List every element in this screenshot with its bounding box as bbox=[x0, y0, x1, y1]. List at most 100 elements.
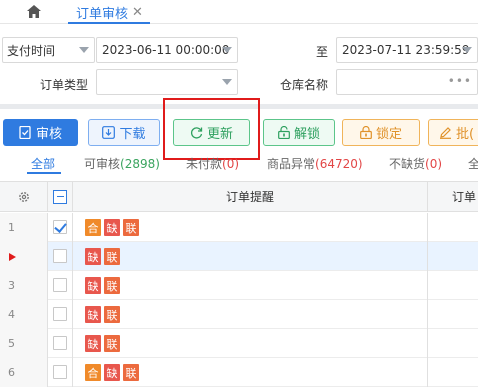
reminder-tag: 缺 bbox=[85, 306, 101, 323]
column-header-reminder[interactable]: 订单提醒 bbox=[73, 182, 428, 212]
reminder-tag: 联 bbox=[123, 364, 139, 381]
table-row[interactable]: 4 缺联 bbox=[0, 300, 478, 329]
download-icon bbox=[102, 126, 116, 139]
filter-tab-label: 未付款 bbox=[186, 157, 223, 171]
settings-icon[interactable] bbox=[18, 191, 30, 203]
chevron-down-icon bbox=[462, 47, 472, 53]
reminder-tag: 合 bbox=[85, 364, 101, 381]
warehouse-label: 仓库名称 bbox=[279, 78, 328, 92]
reminder-tag: 缺 bbox=[104, 364, 120, 381]
end-time-picker[interactable]: 2023-07-11 23:59:59 bbox=[336, 37, 478, 63]
tab-label: 订单审核 bbox=[76, 6, 129, 22]
row-checkbox[interactable] bbox=[53, 249, 67, 263]
row-number bbox=[0, 242, 48, 271]
download-label: 下载 bbox=[119, 127, 146, 142]
reminder-tag: 合 bbox=[85, 219, 101, 236]
home-icon[interactable] bbox=[27, 5, 41, 18]
row-number: 4 bbox=[0, 300, 48, 329]
column-divider bbox=[427, 300, 428, 329]
edit-icon bbox=[440, 127, 451, 139]
current-row-marker-icon bbox=[9, 253, 16, 261]
order-reminder-tags: 缺联 bbox=[85, 306, 120, 323]
reminder-tag: 联 bbox=[104, 248, 120, 265]
table-row[interactable]: 缺联 bbox=[0, 242, 478, 271]
row-number: 6 bbox=[0, 358, 48, 387]
row-number: 5 bbox=[0, 329, 48, 358]
unlock-button[interactable]: 解锁 bbox=[263, 119, 335, 146]
reminder-tag: 缺 bbox=[85, 335, 101, 352]
order-type-select[interactable] bbox=[96, 69, 238, 95]
order-reminder-tags: 缺联 bbox=[85, 335, 120, 352]
lock-icon bbox=[360, 126, 372, 139]
audit-icon bbox=[19, 126, 31, 139]
start-time-picker[interactable]: 2023-06-11 00:00:00 bbox=[96, 37, 238, 63]
more-icon[interactable]: ••• bbox=[448, 74, 472, 88]
filter-tab-count: (0) bbox=[222, 157, 240, 171]
to-label: 至 bbox=[315, 45, 328, 59]
filter-tab-count: (64720) bbox=[315, 157, 363, 171]
lock-button[interactable]: 锁定 bbox=[342, 119, 420, 146]
column-divider bbox=[427, 358, 428, 387]
filter-tab-in-stock[interactable]: 不缺货(0) bbox=[389, 155, 442, 172]
column-divider bbox=[427, 271, 428, 300]
tab-order-audit[interactable]: 订单审核 ✕ bbox=[76, 0, 143, 24]
select-all-header bbox=[48, 182, 73, 212]
filter-tab-label: 商品异常 bbox=[267, 157, 316, 171]
reminder-tag: 联 bbox=[104, 277, 120, 294]
filter-tab-label: 全部 bbox=[31, 157, 56, 171]
order-reminder-tags: 合缺联 bbox=[85, 219, 139, 236]
batch-label: 批( bbox=[456, 127, 475, 142]
table-settings-header[interactable] bbox=[0, 182, 48, 212]
reminder-tag: 缺 bbox=[85, 277, 101, 294]
tab-bar: 订单审核 ✕ bbox=[0, 0, 478, 24]
download-button[interactable]: 下载 bbox=[88, 119, 160, 146]
order-reminder-tags: 缺联 bbox=[85, 248, 120, 265]
table-row[interactable]: 3 缺联 bbox=[0, 271, 478, 300]
column-divider bbox=[72, 329, 73, 358]
close-icon[interactable]: ✕ bbox=[132, 5, 143, 20]
column-divider bbox=[72, 271, 73, 300]
reminder-tag: 联 bbox=[104, 306, 120, 323]
row-checkbox[interactable] bbox=[53, 365, 67, 379]
filter-tab-underline bbox=[27, 172, 61, 174]
reminder-tag: 联 bbox=[104, 335, 120, 352]
filter-tab-all[interactable]: 全部 bbox=[31, 155, 55, 172]
column-header-order[interactable]: 订单 bbox=[428, 182, 478, 212]
time-type-select[interactable]: 支付时间 bbox=[2, 37, 95, 63]
reminder-tag: 缺 bbox=[85, 248, 101, 265]
lock-label: 锁定 bbox=[375, 127, 402, 142]
filter-tab-label: 不缺货 bbox=[389, 157, 426, 171]
row-number: 1 bbox=[0, 213, 48, 242]
filter-tab-count: (2898) bbox=[120, 157, 160, 171]
filter-tab-more[interactable]: 全 bbox=[468, 155, 478, 172]
audit-label: 审核 bbox=[35, 127, 62, 142]
select-all-checkbox[interactable] bbox=[53, 189, 67, 204]
filter-tab-product-error[interactable]: 商品异常(64720) bbox=[267, 155, 363, 172]
row-checkbox[interactable] bbox=[53, 220, 67, 234]
table-row[interactable]: 1 合缺联 bbox=[0, 213, 478, 242]
audit-button[interactable]: 审核 bbox=[3, 119, 78, 146]
row-checkbox[interactable] bbox=[53, 336, 67, 350]
order-reminder-tags: 合缺联 bbox=[85, 364, 139, 381]
order-table: 订单提醒 订单 1合缺联缺联3缺联4缺联5缺联6合缺联 bbox=[0, 181, 478, 387]
order-type-label: 订单类型 bbox=[39, 78, 88, 92]
order-reminder-tags: 缺联 bbox=[85, 277, 120, 294]
reminder-tag: 缺 bbox=[104, 219, 120, 236]
warehouse-input[interactable]: ••• bbox=[336, 69, 478, 95]
column-divider bbox=[427, 329, 428, 358]
row-checkbox[interactable] bbox=[53, 307, 67, 321]
table-row[interactable]: 5 缺联 bbox=[0, 329, 478, 358]
column-divider bbox=[72, 300, 73, 329]
table-row[interactable]: 6 合缺联 bbox=[0, 358, 478, 387]
unlock-icon bbox=[278, 126, 290, 139]
row-number: 3 bbox=[0, 271, 48, 300]
tab-underline bbox=[68, 22, 150, 24]
filter-tab-auditable[interactable]: 可审核(2898) bbox=[84, 155, 160, 172]
row-checkbox[interactable] bbox=[53, 278, 67, 292]
filter-tab-unpaid[interactable]: 未付款(0) bbox=[186, 155, 239, 172]
reminder-tag: 联 bbox=[123, 219, 139, 236]
batch-button[interactable]: 批( bbox=[428, 119, 478, 146]
chevron-down-icon bbox=[222, 79, 232, 85]
column-divider bbox=[72, 213, 73, 242]
column-divider bbox=[72, 358, 73, 387]
